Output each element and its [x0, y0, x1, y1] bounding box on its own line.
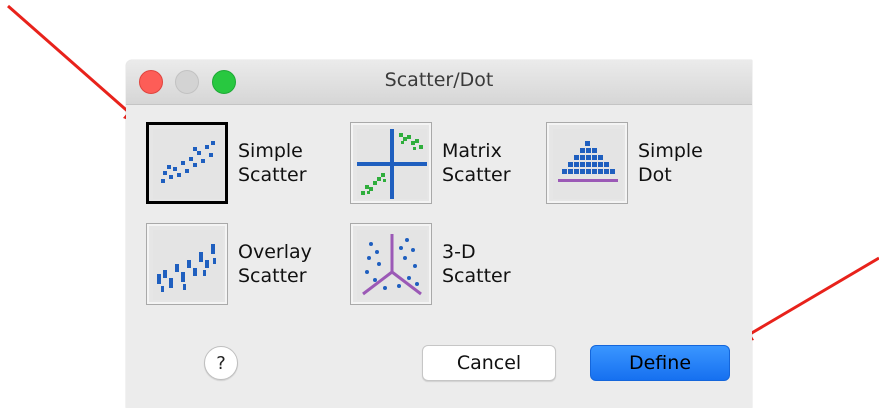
cancel-button[interactable]: Cancel: [422, 345, 556, 381]
option-label: Overlay Scatter: [238, 241, 312, 287]
option-label: Matrix Scatter: [442, 140, 511, 186]
option-label: Simple Dot: [638, 140, 703, 186]
simple-dot-icon: [546, 122, 628, 204]
window-title: Scatter/Dot: [384, 69, 494, 91]
option-simple-scatter[interactable]: Simple Scatter: [146, 122, 307, 204]
option-3d-scatter[interactable]: 3-D Scatter: [350, 223, 511, 305]
simple-scatter-icon: [146, 122, 228, 204]
option-simple-dot[interactable]: Simple Dot: [546, 122, 703, 204]
overlay-scatter-icon: [146, 223, 228, 305]
3d-scatter-icon: [350, 223, 432, 305]
option-label: 3-D Scatter: [442, 241, 511, 287]
title-bar: Scatter/Dot: [126, 60, 752, 105]
help-button[interactable]: ?: [204, 346, 238, 380]
scatter-dot-dialog: Scatter/Dot Simple Scatter Matrix Scatte…: [126, 60, 752, 408]
option-overlay-scatter[interactable]: Overlay Scatter: [146, 223, 312, 305]
define-button[interactable]: Define: [590, 345, 730, 381]
matrix-scatter-icon: [350, 122, 432, 204]
option-label: Simple Scatter: [238, 140, 307, 186]
option-matrix-scatter[interactable]: Matrix Scatter: [350, 122, 511, 204]
